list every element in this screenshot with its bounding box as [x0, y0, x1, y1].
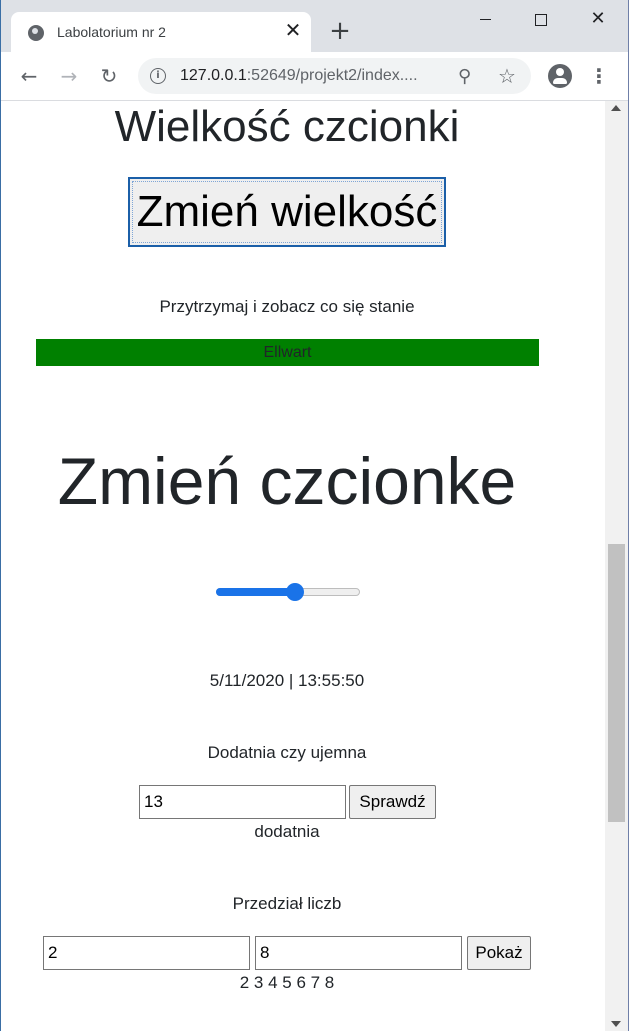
- sign-result: dodatnia: [254, 822, 320, 841]
- profile-icon[interactable]: [548, 64, 572, 88]
- tab-labolatorium[interactable]: Labolatorium nr 2 ✕: [11, 12, 311, 52]
- address-bar[interactable]: i 127.0.0.1:52649/projekt2/index.... ⚲ ☆: [138, 58, 531, 94]
- hold-target-bar[interactable]: Ellwart: [36, 339, 539, 366]
- page-viewport: Wielkość czcionki Zmień wielkość Przytrz…: [2, 101, 605, 1031]
- slider-thumb[interactable]: [286, 583, 304, 601]
- hold-instruction: Przytrzymaj i zobacz co się stanie: [159, 297, 415, 316]
- reload-icon[interactable]: ↻: [95, 62, 123, 90]
- scroll-thumb[interactable]: [608, 544, 625, 822]
- close-icon[interactable]: ✕: [281, 18, 305, 42]
- star-icon[interactable]: ☆: [498, 64, 516, 88]
- tab-strip: Labolatorium nr 2 ✕ + ✕: [1, 0, 628, 52]
- globe-icon: [28, 25, 44, 41]
- font-size-heading: Wielkość czcionki: [114, 102, 460, 151]
- back-arrow-icon[interactable]: ←: [15, 62, 43, 90]
- maximize-button[interactable]: [512, 0, 570, 38]
- datetime-display: 5/11/2020 | 13:55:50: [209, 671, 365, 690]
- browser-toolbar: ← → ↻ i 127.0.0.1:52649/projekt2/index..…: [1, 52, 628, 101]
- range-from-input[interactable]: 2: [43, 936, 250, 970]
- url-text: 127.0.0.1:52649/projekt2/index....: [180, 67, 418, 85]
- url-rest: :52649/projekt2/index....: [246, 67, 418, 84]
- scroll-up-arrow-icon[interactable]: [611, 105, 621, 111]
- maximize-icon: [535, 13, 547, 26]
- vertical-scrollbar[interactable]: [605, 101, 628, 1031]
- range-title: Przedział liczb: [232, 894, 342, 913]
- minimize-icon: [479, 19, 491, 20]
- check-button[interactable]: Sprawdź: [349, 785, 436, 819]
- window-close-button[interactable]: ✕: [569, 0, 627, 38]
- slider-fill: [216, 588, 295, 596]
- info-icon[interactable]: i: [150, 68, 166, 84]
- change-size-button[interactable]: Zmień wielkość: [128, 177, 446, 247]
- scroll-down-arrow-icon[interactable]: [611, 1021, 621, 1027]
- number-input[interactable]: 13: [139, 785, 346, 819]
- url-host: 127.0.0.1: [180, 67, 247, 84]
- font-slider[interactable]: [216, 582, 360, 602]
- range-result: 2 3 4 5 6 7 8: [239, 973, 335, 992]
- plus-icon[interactable]: +: [326, 18, 354, 46]
- zoom-icon[interactable]: ⚲: [458, 66, 471, 87]
- minimize-button[interactable]: [456, 0, 514, 38]
- change-font-heading: Zmień czcionke: [57, 444, 517, 518]
- sign-check-title: Dodatnia czy ujemna: [207, 743, 367, 762]
- tab-title: Labolatorium nr 2: [57, 24, 166, 40]
- browser-window: Labolatorium nr 2 ✕ + ✕ ← → ↻ i 127.0.0.…: [0, 0, 629, 1031]
- show-range-button[interactable]: Pokaż: [467, 936, 531, 970]
- forward-arrow-icon[interactable]: →: [55, 62, 83, 90]
- range-to-input[interactable]: 8: [255, 936, 462, 970]
- menu-icon[interactable]: ⋮: [587, 62, 611, 90]
